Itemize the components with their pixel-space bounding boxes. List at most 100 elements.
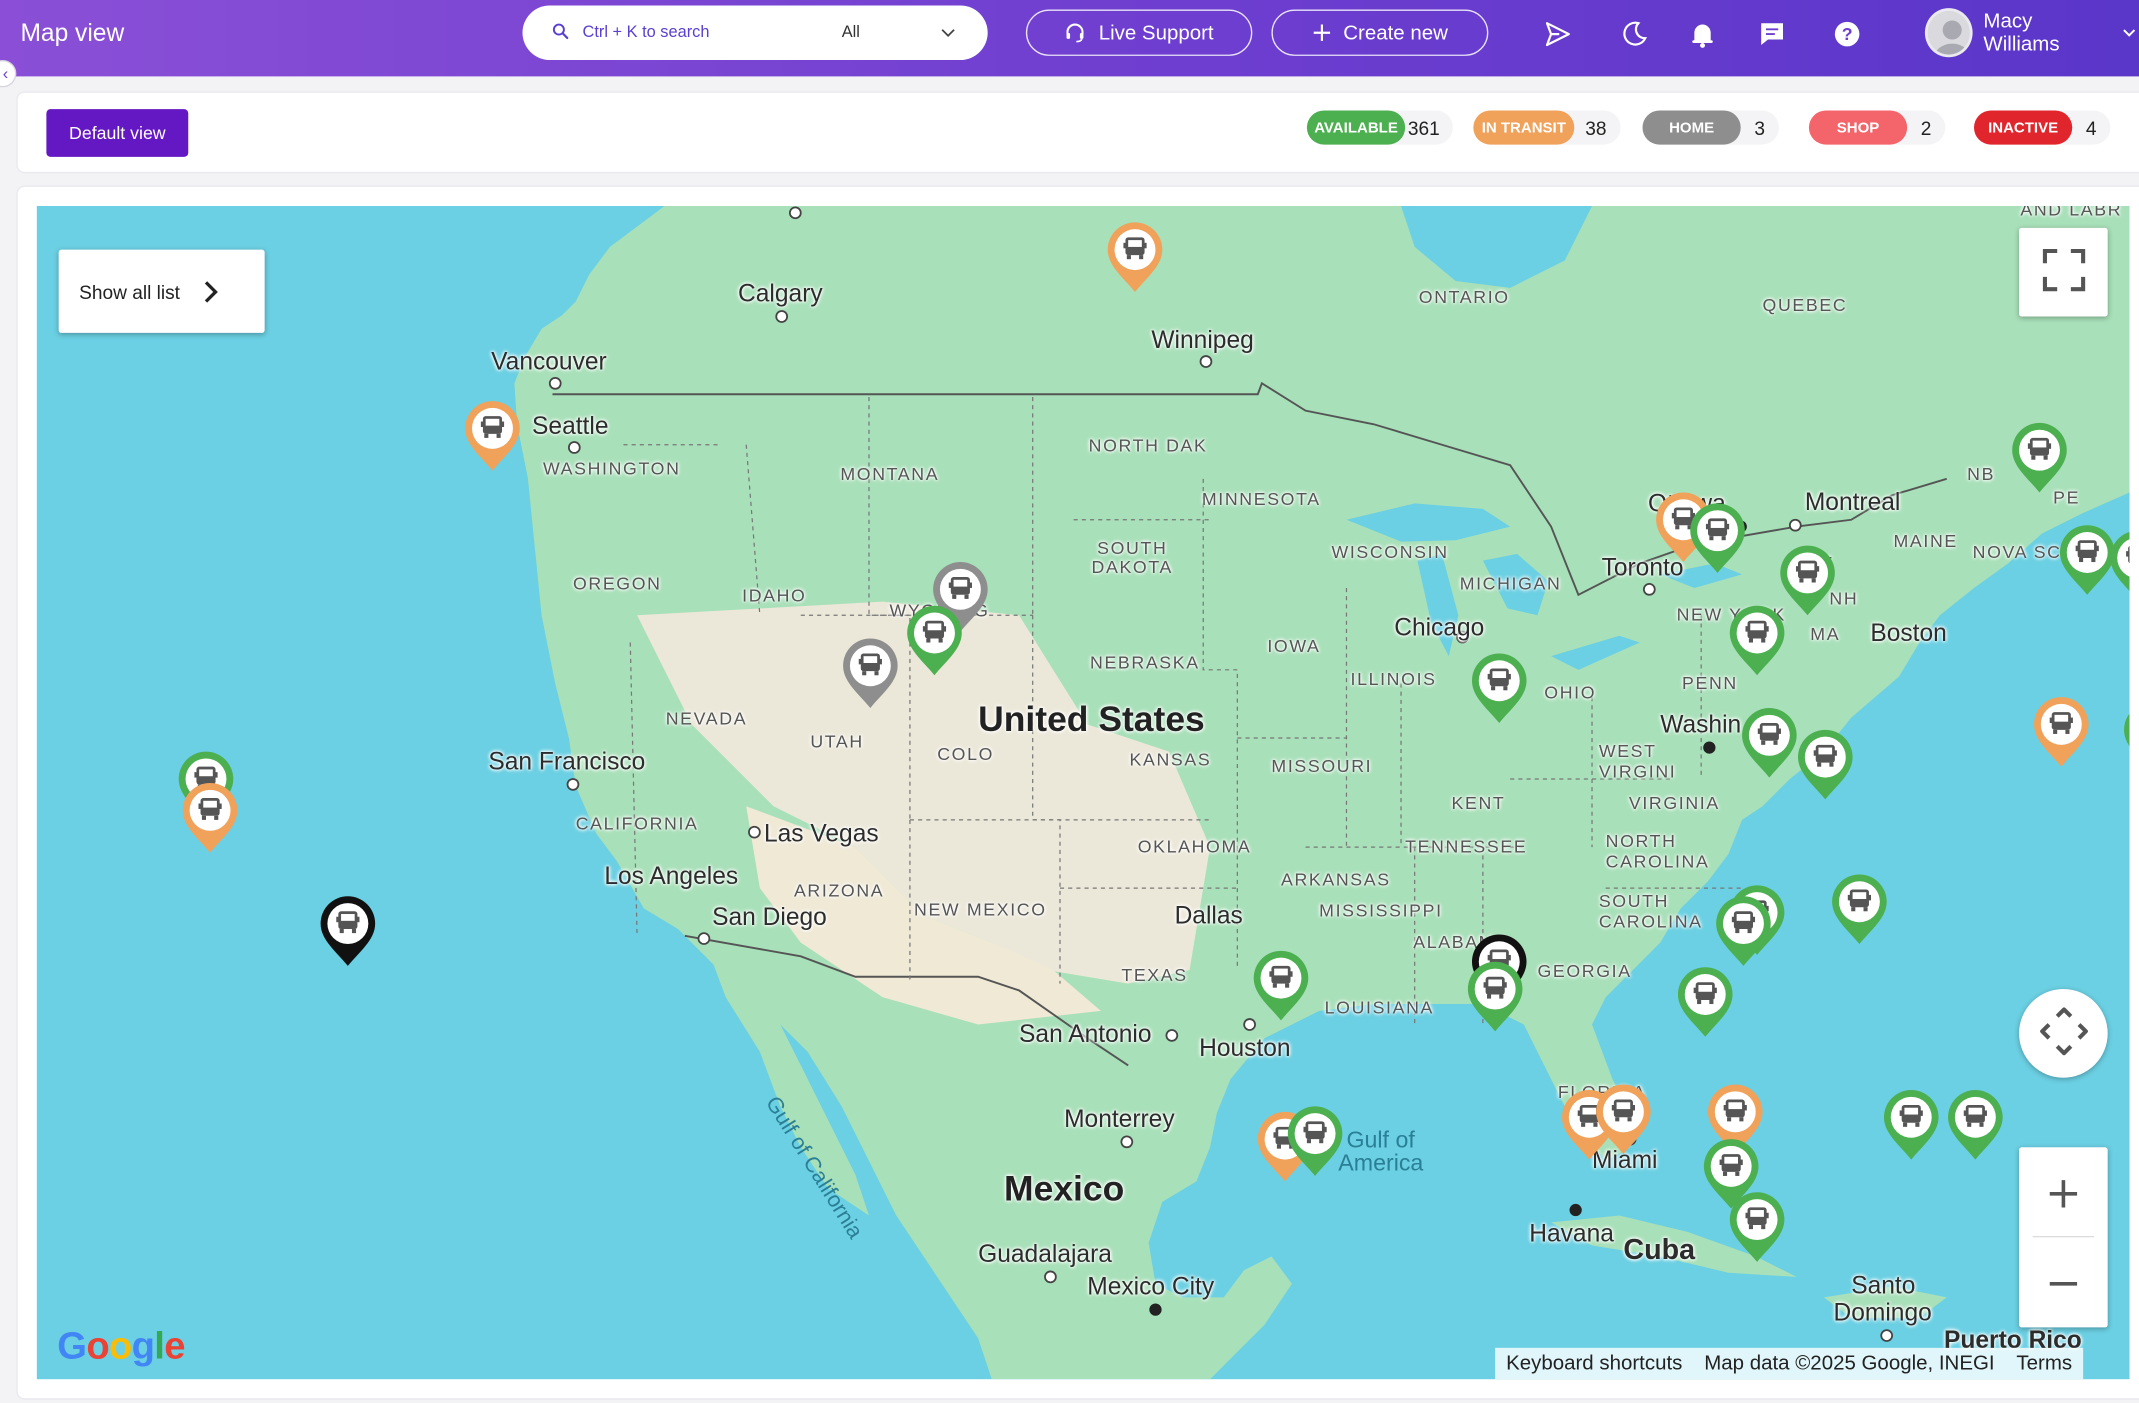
truck-marker-available[interactable] [1250,949,1313,1023]
status-badge: SHOP [1808,110,1908,145]
map-attribution: Keyboard shortcuts Map data ©2025 Google… [1495,1347,2084,1380]
google-logo: Google [57,1324,185,1367]
zoom-out-button[interactable]: − [2019,1237,2108,1326]
map-label: MINNESOTA [1201,488,1321,509]
map-label: COLO [937,743,995,764]
map-label: MONTANA [840,463,940,485]
global-search[interactable]: All [522,5,988,61]
map-label: ARIZONA [793,879,885,901]
truck-marker-available[interactable] [1284,1105,1347,1179]
status-filter-shop[interactable]: SHOP 2 [1808,110,1946,145]
map-label: Winnipeg [1151,326,1254,354]
truck-marker-available[interactable] [1687,502,1750,576]
map-label: IDAHO [742,585,807,606]
map-label: Montreal [1804,488,1901,516]
map-label: NORTH DAK [1088,435,1208,456]
dark-mode-moon-icon[interactable] [1619,19,1649,49]
user-name: Macy Williams [1983,9,2060,56]
status-filter-inactive[interactable]: INACTIVE 4 [1973,110,2111,145]
map-label: Havana [1529,1219,1614,1247]
truck-marker-available[interactable] [2107,529,2130,603]
truck-marker-available[interactable] [1794,728,1857,802]
chevron-down-icon[interactable] [939,23,958,42]
map-label: WISCONSIN [1331,541,1449,563]
truck-marker-in-transit[interactable] [1593,1084,1656,1158]
terms-link[interactable]: Terms [2006,1348,2084,1379]
map-label: Vancouver [491,347,607,376]
truck-marker-available[interactable] [1674,965,1737,1039]
recenter-button[interactable] [2019,989,2108,1078]
map-label: Dallas [1174,901,1243,930]
truck-marker-available[interactable] [1944,1089,2007,1163]
status-filter-available[interactable]: AVAILABLE 361 [1306,110,1454,145]
show-all-list-button[interactable]: Show all list [58,249,265,333]
chat-icon[interactable] [1757,19,1787,49]
truck-marker-in-transit[interactable] [462,399,525,473]
map-label: ONTARIO [1418,286,1510,307]
truck-marker-available[interactable] [1712,895,1775,969]
map-label: Chicago [1394,613,1485,642]
truck-marker-available[interactable] [903,604,966,678]
status-filter-in-transit[interactable]: IN TRANSIT 38 [1473,110,1621,145]
page-title: Map view [20,19,125,47]
live-support-label: Live Support [1098,21,1214,45]
live-support-button[interactable]: Live Support [1025,9,1253,56]
map-label: ILLINOIS [1350,668,1437,689]
map-label: OREGON [572,572,662,594]
map-label: Cuba [1623,1234,1696,1266]
create-new-button[interactable]: Create new [1271,9,1489,56]
truck-marker-available[interactable] [2119,701,2130,775]
map-label: Houston [1199,1034,1291,1062]
map-label: NORTH CAROLINA [1605,830,1710,872]
send-icon[interactable] [1543,19,1573,49]
fullscreen-button[interactable] [2019,227,2108,317]
map-label: NEW MEXICO [914,899,1047,920]
chevron-down-icon[interactable] [2121,23,2139,42]
map-label: MAINE [1893,530,1958,552]
map-label: SOUTH CAROLINA [1598,890,1703,932]
zoom-in-button[interactable]: + [2019,1147,2108,1236]
status-filter-home[interactable]: HOME 3 [1642,110,1779,145]
truck-marker-available[interactable] [1725,604,1788,678]
truck-marker-available[interactable] [1468,653,1531,727]
truck-marker-in-transit[interactable] [2029,696,2092,770]
map-label: MA [1810,623,1841,644]
status-count: 3 [1754,116,1765,139]
default-view-button[interactable]: Default view [46,109,189,157]
truck-marker-in-transit[interactable] [1104,222,1167,296]
map-label: MICHIGAN [1459,572,1562,594]
search-scope-select[interactable]: All [842,22,860,41]
map-label: VIRGINIA [1628,792,1720,814]
map-label: Boston [1870,619,1947,647]
truck-marker-available[interactable] [1738,707,1801,781]
notification-bell-icon[interactable] [1688,19,1718,49]
keyboard-shortcuts-link[interactable]: Keyboard shortcuts [1495,1348,1693,1379]
map-label: Washin [1660,710,1742,739]
map-label: SOUTH DAKOTA [1091,537,1173,578]
map-label: San Francisco [488,747,646,775]
truck-marker-available[interactable] [2008,421,2071,495]
truck-marker-home[interactable] [839,637,902,711]
map-label: Mexico City [1087,1272,1215,1301]
map-label: Seattle [532,411,609,440]
truck-marker-available[interactable] [1828,874,1891,948]
fleet-map[interactable]: Calgary Winnipeg ONTARIO QUEBEC AND LABR… [36,205,2130,1380]
svg-text:?: ? [1842,24,1853,44]
truck-marker-inactive[interactable] [316,895,379,969]
top-bar: Map view All Live Support Create new ? M… [0,0,2139,77]
help-icon[interactable]: ? [1832,19,1862,49]
truck-marker-available[interactable] [1880,1089,1943,1163]
show-all-list-label: Show all list [79,280,180,303]
map-label: United States [978,698,1205,740]
create-new-label: Create new [1343,21,1448,45]
truck-marker-in-transit[interactable] [179,782,242,856]
user-menu[interactable]: Macy Williams [1924,8,2139,58]
truck-marker-available[interactable] [1464,960,1527,1034]
map-label: NB [1967,463,1996,485]
map-label: KANSAS [1129,748,1212,770]
map-label: MISSISSIPPI [1319,900,1443,921]
map-label: NEBRASKA [1089,652,1200,673]
truck-marker-available[interactable] [1725,1192,1788,1266]
search-input[interactable] [582,21,815,41]
status-count: 4 [2085,116,2097,139]
